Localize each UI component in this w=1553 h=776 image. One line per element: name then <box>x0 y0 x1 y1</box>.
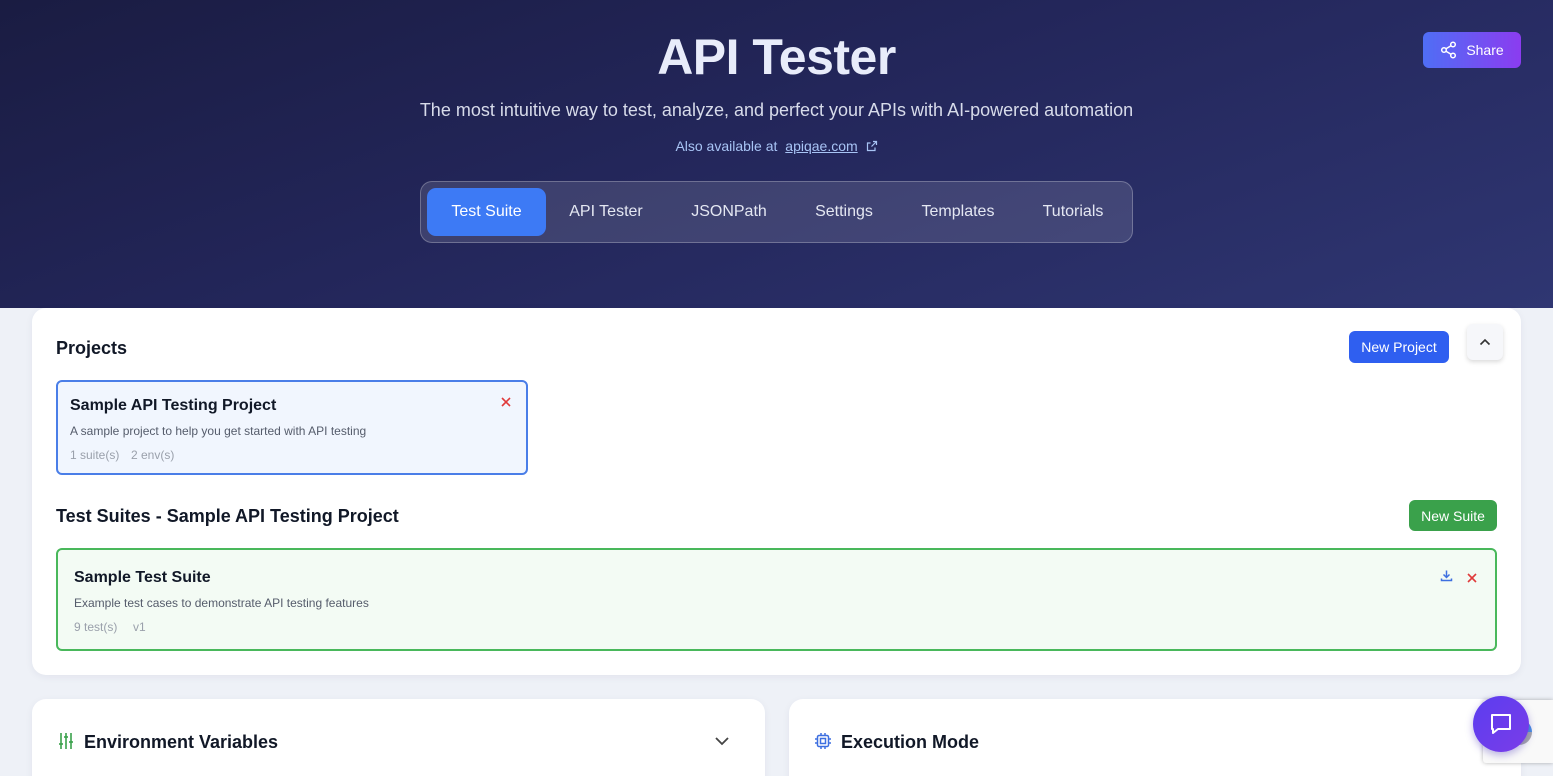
chevron-up-icon <box>1479 338 1491 346</box>
environment-variables-panel[interactable]: Environment Variables <box>32 699 765 776</box>
suite-test-count: 9 test(s) <box>74 620 118 634</box>
hero-header: API Tester The most intuitive way to tes… <box>0 0 1553 308</box>
main-tabs: Test Suite API Tester JSONPath Settings … <box>420 181 1133 243</box>
share-button[interactable]: Share <box>1423 32 1521 68</box>
project-env-count: 2 env(s) <box>131 448 175 462</box>
page-subtitle: The most intuitive way to test, analyze,… <box>419 100 1134 120</box>
suite-description: Example test cases to demonstrate API te… <box>74 596 369 610</box>
projects-card: Projects New Project Sample API Testing … <box>32 308 1521 675</box>
suite-name: Sample Test Suite <box>74 569 211 586</box>
tab-api-tester[interactable]: API Tester <box>546 188 666 236</box>
suite-version: v1 <box>133 620 146 634</box>
cpu-icon <box>815 733 831 749</box>
also-available-text: Also available at <box>675 138 778 154</box>
project-card[interactable]: Sample API Testing Project A sample proj… <box>56 380 528 475</box>
tab-settings[interactable]: Settings <box>792 188 896 236</box>
sliders-icon <box>59 733 73 749</box>
environment-variables-title: Environment Variables <box>84 732 279 752</box>
new-suite-button[interactable]: New Suite <box>1409 500 1497 531</box>
execution-mode-title: Execution Mode <box>841 732 980 752</box>
chat-icon <box>1491 714 1511 734</box>
tab-test-suite[interactable]: Test Suite <box>427 188 546 236</box>
delete-project-icon[interactable] <box>500 396 512 408</box>
chat-button[interactable] <box>1473 696 1529 752</box>
suite-card[interactable]: Sample Test Suite Example test cases to … <box>56 548 1497 651</box>
also-available: Also available at apiqae.com <box>0 138 1553 154</box>
project-description: A sample project to help you get started… <box>70 424 367 438</box>
project-name: Sample API Testing Project <box>70 397 277 414</box>
delete-suite-icon[interactable] <box>1466 572 1478 584</box>
chevron-down-icon[interactable] <box>714 735 730 747</box>
download-icon[interactable] <box>1440 569 1453 582</box>
new-project-button[interactable]: New Project <box>1349 331 1449 363</box>
execution-mode-panel[interactable]: Execution Mode <box>789 699 1521 776</box>
test-suites-title: Test Suites - Sample API Testing Project <box>56 506 399 526</box>
tab-jsonpath[interactable]: JSONPath <box>666 188 792 236</box>
share-label: Share <box>1466 42 1504 58</box>
apiqae-link[interactable]: apiqae.com <box>785 138 857 154</box>
project-suite-count: 1 suite(s) <box>70 448 120 462</box>
tab-templates[interactable]: Templates <box>896 188 1020 236</box>
collapse-button[interactable] <box>1467 324 1503 360</box>
external-link-icon <box>866 140 877 152</box>
share-icon <box>1441 41 1457 59</box>
tab-tutorials[interactable]: Tutorials <box>1020 188 1126 236</box>
projects-title: Projects <box>56 338 128 358</box>
page-title: API Tester <box>657 29 896 85</box>
